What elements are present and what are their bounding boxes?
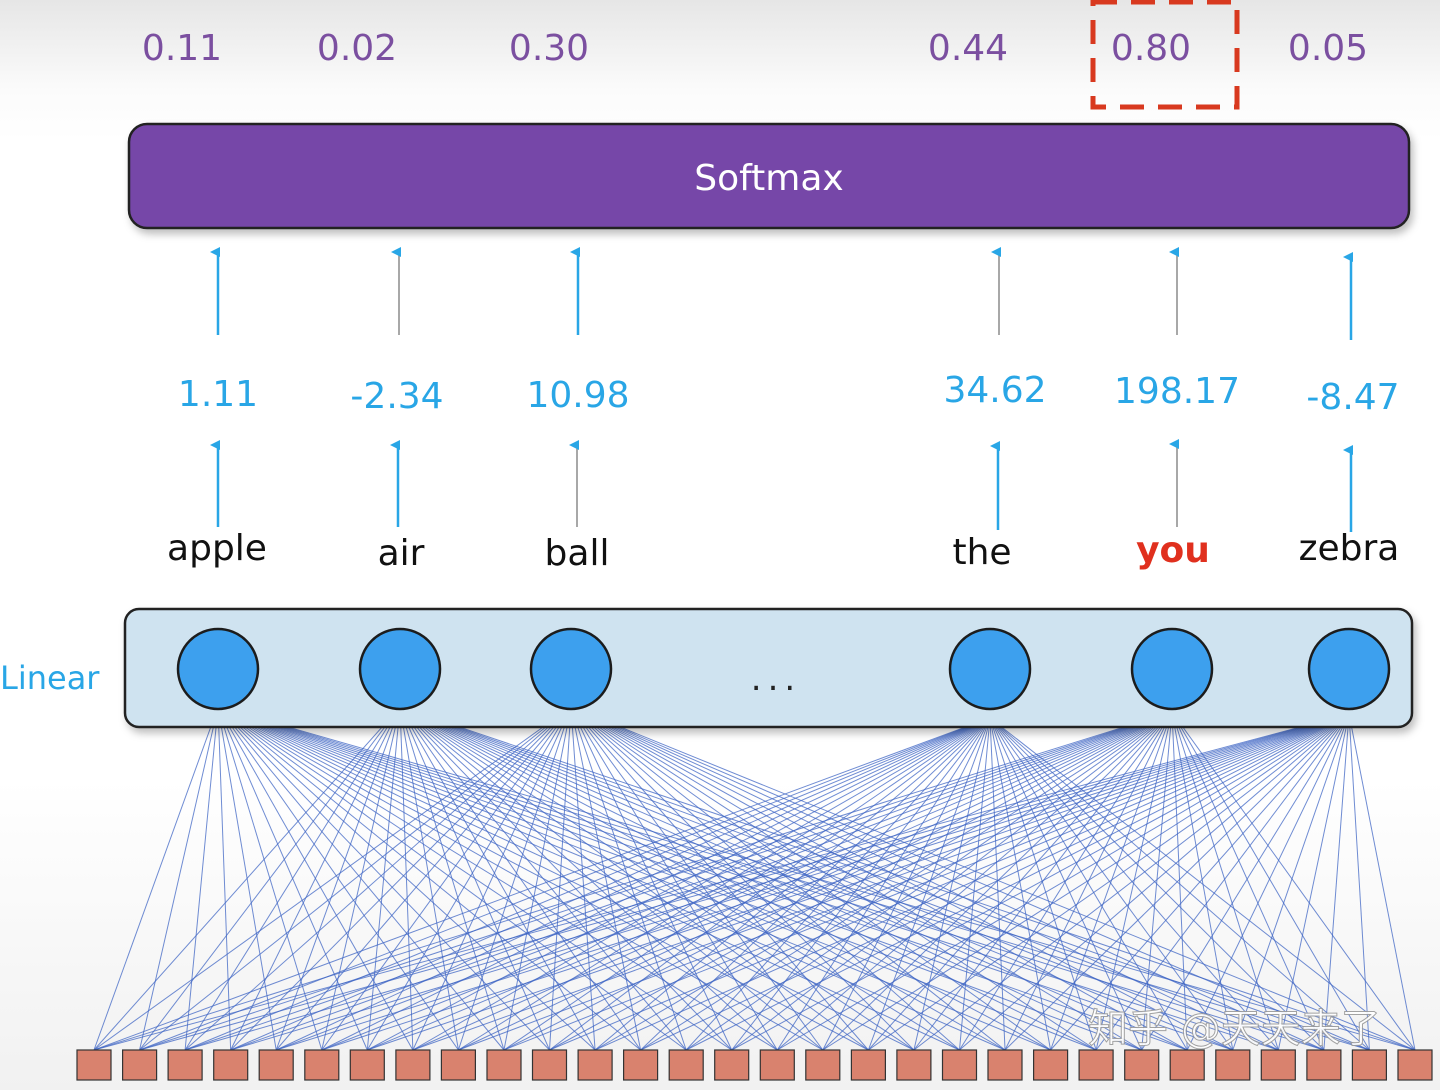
connection-line [217,706,232,1051]
labels: 0.11 1.11 apple 0.02 -2.34 air 0.30 10.98 ball 0.… [142,28,1400,574]
input-unit [486,1049,522,1081]
input-unit [258,1049,294,1081]
input-unit [1215,1049,1251,1081]
probability-value: 0.80 [1111,28,1191,69]
input-unit [1032,1049,1069,1081]
input-units [76,1049,1433,1081]
watermark: 知乎 @天天来了 [1088,1006,1381,1052]
logit-value: 1.11 [178,374,258,415]
connection-line [184,717,991,1051]
connection-line [230,713,1350,1051]
connection-line [958,717,991,1051]
probability-value: 0.05 [1288,28,1368,69]
input-unit [1260,1049,1296,1081]
input-unit [987,1049,1023,1081]
input-unit [1078,1049,1114,1081]
connection-line [822,713,1350,1051]
input-unit [714,1049,750,1081]
word-label: the [952,532,1011,573]
input-unit [213,1049,249,1081]
probability-value: 0.44 [928,28,1008,69]
input-unit [668,1049,704,1081]
connection-line [93,711,1173,1051]
word-label: you [1136,530,1210,571]
connection-line [139,713,1350,1051]
input-unit [1306,1049,1342,1081]
input-unit [622,1049,659,1081]
connection-line [321,706,572,1051]
input-unit [896,1049,932,1081]
connection-lines [93,706,1416,1051]
neuron [1130,627,1214,711]
softmax-layer: Softmax [127,122,1411,230]
logit-value: -8.47 [1306,377,1399,418]
logit-value: -2.34 [350,376,443,417]
neuron [358,627,442,711]
ellipsis: ... [751,659,801,699]
connection-line [184,706,219,1051]
word-label: ball [545,533,610,574]
connection-line [93,706,219,1051]
connection-line [570,706,1416,1051]
word-label: zebra [1299,528,1400,569]
input-unit [76,1049,112,1081]
input-unit [577,1049,613,1081]
logit-value: 198.17 [1114,371,1240,412]
softmax-label: Softmax [694,158,843,199]
neuron [529,627,613,711]
connection-line [458,717,991,1051]
input-unit [1124,1049,1160,1081]
input-unit [395,1049,431,1081]
connection-line [549,713,1350,1051]
logit-value: 34.62 [943,370,1046,411]
connection-line [570,706,596,1051]
input-unit [759,1049,795,1081]
input-unit [805,1049,841,1081]
probability-value: 0.02 [317,28,397,69]
connection-line [1004,713,1350,1051]
neuron [176,627,260,711]
input-unit [304,1049,340,1081]
word-label: air [378,533,425,574]
connection-line [367,717,991,1051]
input-unit [850,1049,887,1081]
softmax-linear-diagram: Softmax Linear ... 0.11 1.11 apple 0.02 -2.3… [0,0,1433,1081]
probability-value: 0.11 [142,28,222,69]
connection-line [1171,711,1416,1051]
input-unit [167,1049,203,1081]
linear-label: Linear [0,659,100,697]
logit-value: 10.98 [526,375,629,416]
connection-line [1323,713,1350,1051]
input-unit [349,1049,385,1081]
input-unit [531,1049,568,1081]
probability-value: 0.30 [509,28,589,69]
input-unit [941,1049,978,1081]
input-unit [440,1049,476,1081]
connection-line [1186,713,1350,1051]
connection-line [184,706,401,1051]
connection-line [822,717,991,1051]
connection-line [1277,713,1350,1051]
connection-line [570,706,1097,1051]
neuron [948,627,1032,711]
input-unit [1169,1049,1205,1081]
input-unit [1351,1049,1388,1081]
input-unit [121,1049,158,1081]
input-unit [1397,1049,1433,1081]
word-label: apple [167,528,267,569]
neuron [1307,627,1391,711]
